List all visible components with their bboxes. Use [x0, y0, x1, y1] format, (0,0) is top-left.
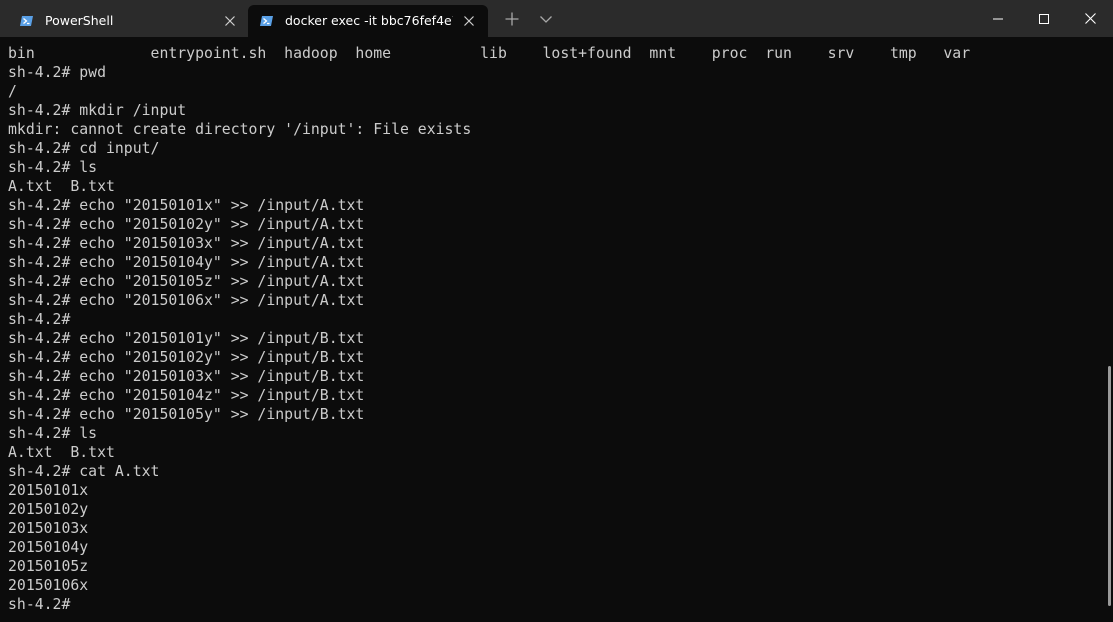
terminal-line: sh-4.2# echo "20150102y" >> /input/A.txt	[8, 216, 365, 233]
terminal-line: sh-4.2# ls	[8, 159, 98, 176]
maximize-icon	[1039, 9, 1049, 28]
tab-title: PowerShell	[45, 13, 114, 28]
terminal-line: 20150102y	[8, 501, 89, 518]
terminal-line: bin entrypoint.sh hadoop home lib lost+f…	[8, 45, 971, 62]
terminal-line: sh-4.2# cat A.txt	[8, 463, 160, 480]
terminal-line: sh-4.2# ls	[8, 425, 98, 442]
terminal-line: sh-4.2# echo "20150103x" >> /input/A.txt	[8, 235, 365, 252]
maximize-button[interactable]	[1021, 0, 1067, 37]
terminal-line: A.txt B.txt	[8, 444, 115, 461]
close-icon	[1084, 9, 1096, 28]
terminal-text: bin entrypoint.sh hadoop home lib lost+f…	[8, 44, 970, 614]
tab-title: docker exec -it bbc76fef4e79	[285, 13, 453, 28]
terminal-line: sh-4.2# mkdir /input	[8, 102, 187, 119]
terminal-line: A.txt B.txt	[8, 178, 115, 195]
terminal-line: 20150106x	[8, 577, 89, 594]
close-icon[interactable]	[461, 13, 477, 29]
terminal-line: sh-4.2# echo "20150105z" >> /input/A.txt	[8, 273, 365, 290]
tab-powershell[interactable]: PowerShell	[8, 5, 244, 37]
powershell-icon	[260, 14, 274, 28]
close-icon[interactable]	[222, 13, 238, 29]
terminal-line: sh-4.2# echo "20150101x" >> /input/A.txt	[8, 197, 365, 214]
terminal-line: 20150103x	[8, 520, 89, 537]
terminal-line: sh-4.2# echo "20150103x" >> /input/B.txt	[8, 368, 365, 385]
minimize-icon	[993, 9, 1003, 28]
terminal-line: sh-4.2# echo "20150106x" >> /input/A.txt	[8, 292, 365, 309]
minimize-button[interactable]	[975, 0, 1021, 37]
scrollbar-thumb[interactable]	[1108, 366, 1111, 606]
tab-docker-exec[interactable]: docker exec -it bbc76fef4e79	[248, 5, 488, 37]
terminal-line: 20150101x	[8, 482, 89, 499]
plus-icon	[505, 11, 519, 30]
terminal-line: sh-4.2# echo "20150104z" >> /input/B.txt	[8, 387, 365, 404]
powershell-icon	[20, 14, 34, 28]
terminal-line: sh-4.2# pwd	[8, 64, 106, 81]
terminal-line: 20150105z	[8, 558, 89, 575]
title-bar: PowerShell docker exec -it bbc76fef4e79	[0, 0, 1113, 37]
terminal-line: sh-4.2#	[8, 596, 71, 613]
terminal-line: sh-4.2#	[8, 311, 71, 328]
chevron-down-icon	[539, 11, 553, 30]
terminal-line: /	[8, 83, 17, 100]
terminal-line: sh-4.2# echo "20150101y" >> /input/B.txt	[8, 330, 365, 347]
terminal-line: mkdir: cannot create directory '/input':…	[8, 121, 472, 138]
close-window-button[interactable]	[1067, 0, 1113, 37]
tab-dropdown-button[interactable]	[534, 8, 558, 32]
terminal-output[interactable]: bin entrypoint.sh hadoop home lib lost+f…	[0, 37, 1113, 622]
new-tab-button[interactable]	[500, 8, 524, 32]
terminal-line: sh-4.2# echo "20150104y" >> /input/A.txt	[8, 254, 365, 271]
terminal-line: sh-4.2# echo "20150102y" >> /input/B.txt	[8, 349, 365, 366]
terminal-line: sh-4.2# cd input/	[8, 140, 160, 157]
terminal-line: 20150104y	[8, 539, 89, 556]
terminal-line: sh-4.2# echo "20150105y" >> /input/B.txt	[8, 406, 365, 423]
